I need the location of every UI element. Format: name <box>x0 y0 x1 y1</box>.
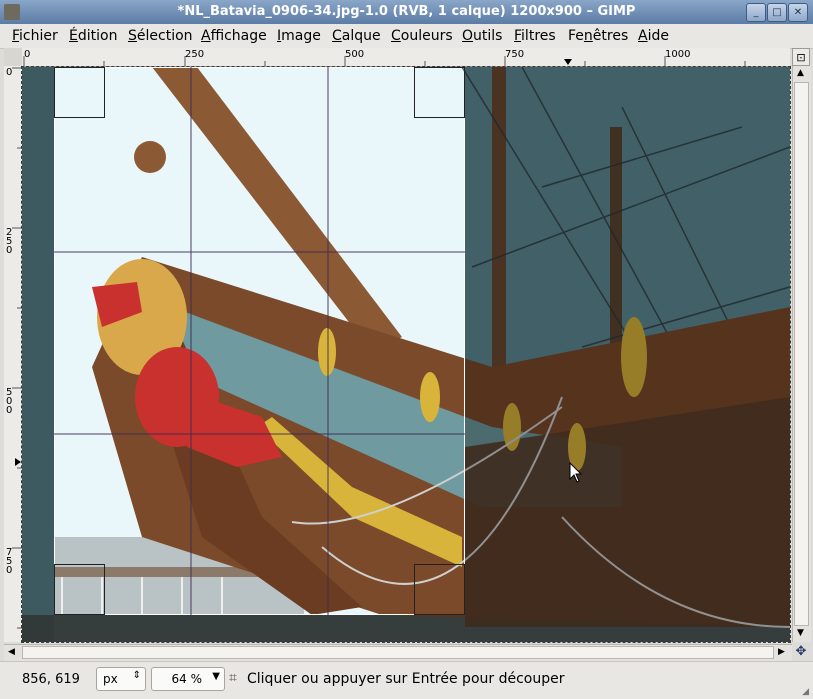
scroll-up-icon[interactable]: ▲ <box>797 68 804 78</box>
vertical-ruler[interactable]: 0 250 500 750 <box>4 66 23 642</box>
menu-fenetres[interactable]: Fenêtres <box>568 28 628 44</box>
resize-grip-icon[interactable]: ◢ <box>802 687 809 697</box>
image-canvas[interactable] <box>21 66 791 643</box>
menu-fichier[interactable]: Fichier <box>12 28 58 44</box>
ruler-label: 250 <box>185 49 205 60</box>
menu-edition[interactable]: Édition <box>69 28 117 44</box>
vertical-scrollbar[interactable]: ▲ ▼ <box>792 66 811 642</box>
ruler-label: 250 <box>6 227 13 256</box>
menu-bar: Fichier Édition Sélection Affichage Imag… <box>0 24 813 49</box>
window-title: *NL_Batavia_0906-34.jpg-1.0 (RVB, 1 calq… <box>177 4 636 19</box>
horizontal-scroll-thumb[interactable] <box>22 646 774 659</box>
pointer-coordinates: 856, 619 <box>22 672 80 687</box>
menu-filtres[interactable]: Filtres <box>514 28 556 44</box>
horizontal-ruler[interactable]: 0 250 500 750 1000 <box>22 48 790 67</box>
close-button[interactable]: ✕ <box>788 3 808 22</box>
ruler-corner[interactable] <box>4 48 22 66</box>
zoom-fit-icon[interactable]: ⊡ <box>792 48 810 66</box>
maximize-button[interactable]: □ <box>767 3 787 22</box>
ruler-label: 750 <box>505 49 525 60</box>
unit-value: px <box>103 672 118 686</box>
zoom-selector[interactable]: 64 % ▼ <box>151 667 225 691</box>
scroll-right-icon[interactable]: ▶ <box>778 647 785 657</box>
ruler-label: 0 <box>6 67 13 78</box>
title-bar[interactable]: *NL_Batavia_0906-34.jpg-1.0 (RVB, 1 calq… <box>0 0 813 24</box>
menu-selection[interactable]: Sélection <box>128 28 193 44</box>
menu-outils[interactable]: Outils <box>462 28 502 44</box>
status-bar: 856, 619 px ⇕ 64 % ▼ ⌗ Cliquer ou appuye… <box>0 661 813 699</box>
chevron-down-icon[interactable]: ▼ <box>212 671 220 682</box>
scroll-left-icon[interactable]: ◀ <box>8 647 15 657</box>
ruler-label: 500 <box>345 49 365 60</box>
horizontal-scrollbar[interactable]: ◀ ▶ <box>4 644 792 661</box>
minimize-button[interactable]: _ <box>746 3 766 22</box>
spin-arrows-icon[interactable]: ⇕ <box>133 670 141 681</box>
navigate-icon[interactable]: ✥ <box>792 644 810 660</box>
crop-icon: ⌗ <box>229 670 237 686</box>
scroll-down-icon[interactable]: ▼ <box>797 628 804 638</box>
menu-aide[interactable]: Aide <box>638 28 669 44</box>
status-message: Cliquer ou appuyer sur Entrée pour décou… <box>247 671 565 687</box>
ruler-label: 0 <box>24 49 31 60</box>
unit-selector[interactable]: px ⇕ <box>96 667 146 691</box>
menu-couleurs[interactable]: Couleurs <box>391 28 453 44</box>
vertical-scroll-thumb[interactable] <box>794 82 809 626</box>
ruler-label: 1000 <box>665 49 691 60</box>
menu-calque[interactable]: Calque <box>332 28 381 44</box>
menu-image[interactable]: Image <box>277 28 321 44</box>
batavia-ship-image <box>22 67 790 642</box>
ruler-label: 500 <box>6 387 13 416</box>
menu-affichage[interactable]: Affichage <box>201 28 267 44</box>
zoom-value: 64 % <box>171 672 203 686</box>
ruler-label: 750 <box>6 547 13 576</box>
